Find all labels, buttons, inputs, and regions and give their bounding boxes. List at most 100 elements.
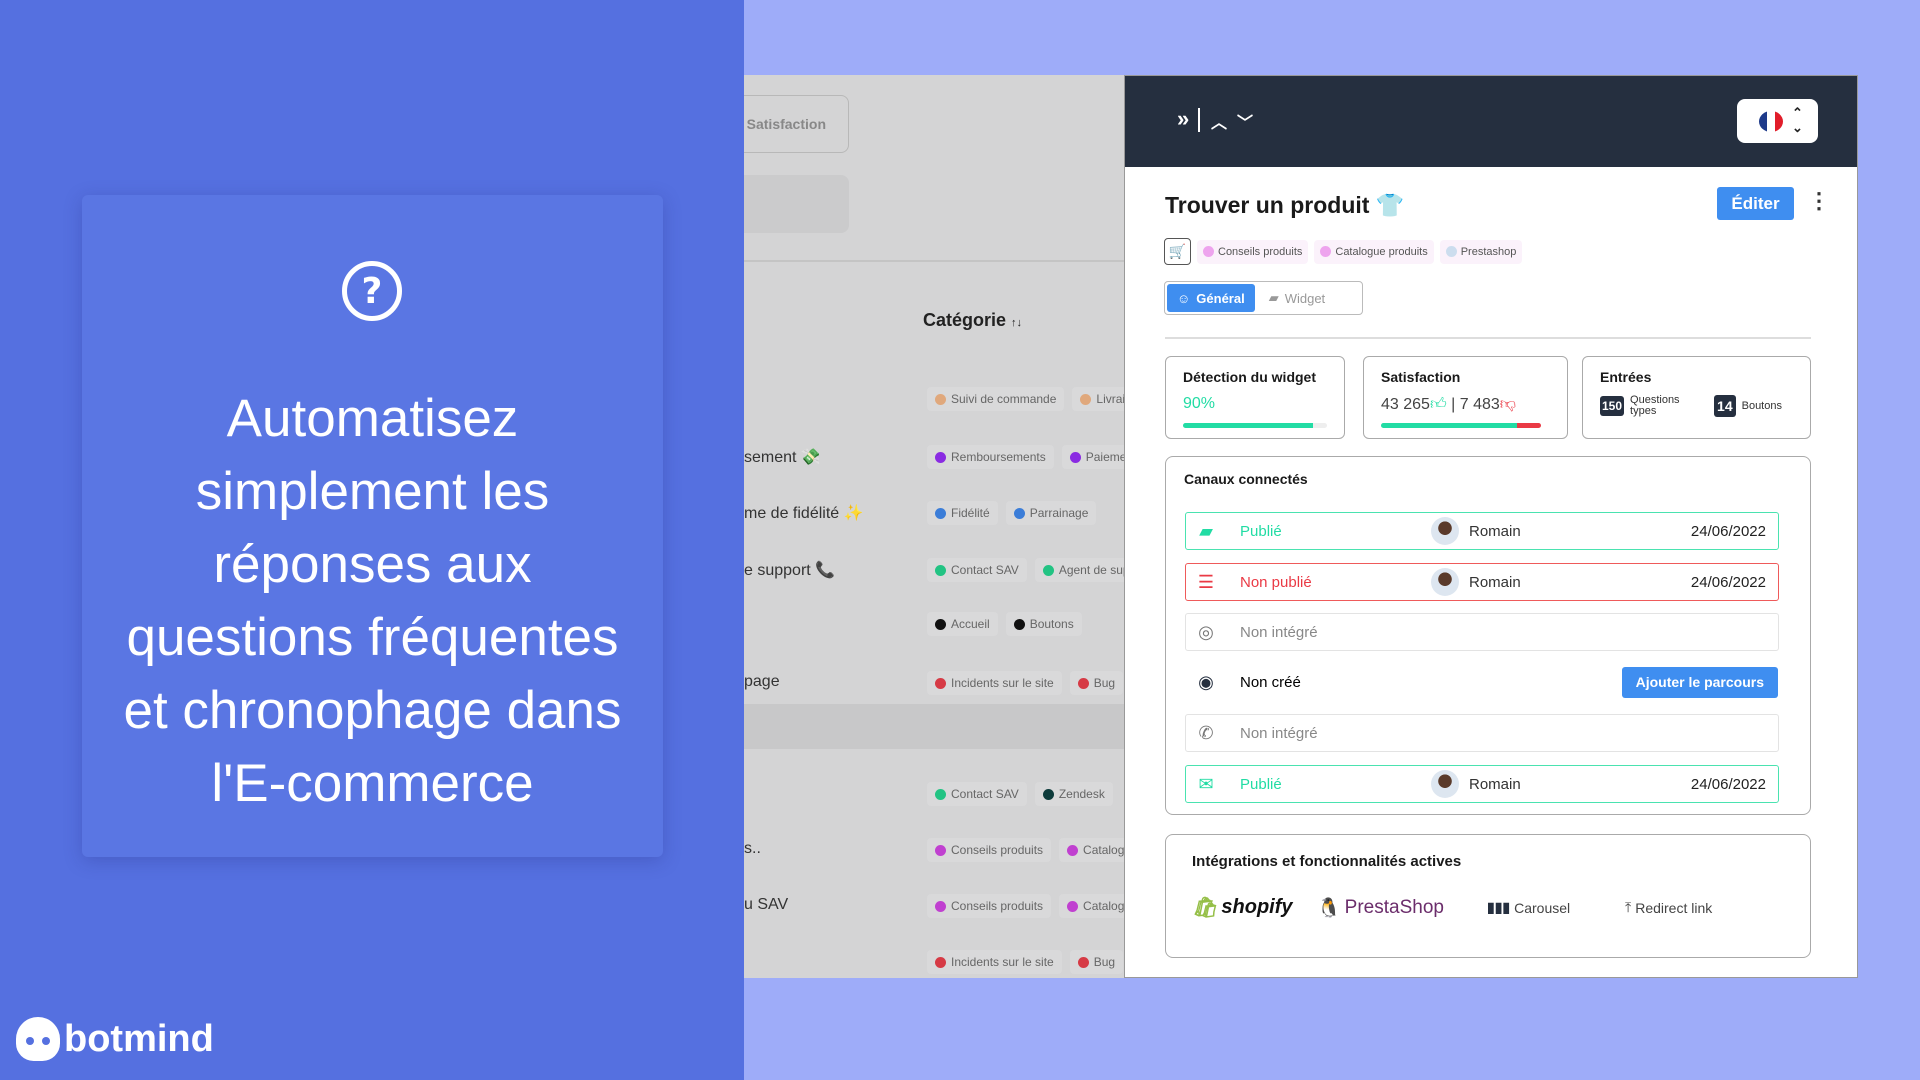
tag: Conseils produits <box>1197 239 1309 264</box>
section-title: Canaux connectés <box>1184 471 1308 487</box>
dot-icon <box>935 618 946 630</box>
detail-panel: » ︿ ﹀ ⌃ ⌄ Trouver un produit 👕 Éditer ⋮ 🛒… <box>1124 75 1858 978</box>
tab-widget[interactable]: ▰ Widget <box>1259 284 1335 312</box>
tshirt-icon: 👕 <box>1375 192 1405 218</box>
divider <box>744 260 1124 262</box>
stat-title: Détection du widget <box>1183 369 1316 385</box>
channel-status: Publié <box>1240 522 1282 540</box>
carousel-icon: ▮▮▮ <box>1487 899 1511 915</box>
tab-bar: ☺ Général ▰ Widget <box>1164 281 1363 315</box>
category-row[interactable]: Incidents sur le site Bug <box>744 950 1124 978</box>
tag-label: Remboursements <box>951 450 1046 464</box>
tag-label: Prestashop <box>1460 245 1517 258</box>
integration-label: Carousel <box>1514 899 1571 916</box>
sort-icon[interactable]: ↑↓ <box>1011 317 1022 329</box>
dot-icon <box>1042 788 1054 800</box>
category-tag: Bug <box>1069 950 1124 974</box>
edit-button[interactable]: Éditer <box>1717 187 1794 220</box>
tab-general[interactable]: ☺ Général <box>1167 284 1255 312</box>
background-app: Satisfaction Catégorie ↑↓ Suivi de comma… <box>744 75 1124 978</box>
category-tag: Remboursements <box>927 445 1054 469</box>
tag-label: Accueil <box>951 617 990 631</box>
questions-count: 150 <box>1600 396 1625 416</box>
headline-line: réponses aux <box>213 535 532 594</box>
promo-panel: ? Automatisez simplement les réponses au… <box>0 0 744 1080</box>
active-integrations: Intégrations et fonctionnalités actives … <box>1165 834 1811 958</box>
divider <box>1198 108 1200 132</box>
tag-label: Contact SAV <box>951 787 1019 801</box>
category-row[interactable]: e support 📞 Contact SAV Agent de suppo <box>744 558 1124 586</box>
row-label: e support 📞 <box>744 562 836 579</box>
category-tag: Livraiso <box>1072 387 1124 411</box>
avatar <box>1431 568 1459 596</box>
category-header[interactable]: Catégorie ↑↓ <box>923 310 1022 331</box>
channel-row[interactable]: ✆ Non intégré <box>1185 714 1779 752</box>
tag-list: Conseils produits Catalogue <box>927 894 1124 918</box>
channel-row[interactable]: ◉ Non créé Ajouter le parcours <box>1185 663 1779 701</box>
tag-label: Incidents sur le site <box>951 676 1054 690</box>
headline-line: simplement les <box>195 462 550 521</box>
category-row[interactable]: s.. Conseils produits Catalogue <box>744 838 1124 866</box>
promo-headline: Automatisez simplement les réponses aux … <box>82 382 663 820</box>
prestashop-integration[interactable]: 🐧 PrestaShop <box>1317 896 1487 920</box>
satisfaction-button[interactable]: Satisfaction <box>744 95 849 153</box>
tag-label: Catalogue <box>1083 843 1124 857</box>
channel-row[interactable]: ☰ Non publié Romain 24/06/2022 <box>1185 563 1779 601</box>
instagram-icon: ◎ <box>1198 621 1214 642</box>
chevron-up-icon[interactable]: ︿ <box>1211 109 1227 133</box>
mail-icon: ✉ <box>1198 773 1214 794</box>
dot-icon <box>935 844 946 856</box>
category-tag: Incidents sur le site <box>927 950 1062 974</box>
dislikes-count: | 7 483 <box>1451 396 1500 413</box>
tag-label: Contact SAV <box>951 563 1019 577</box>
category-row[interactable]: me de fidélité ✨ Fidélité Parrainage <box>744 501 1124 529</box>
category-row[interactable]: Suivi de commande Livraiso <box>744 387 1124 415</box>
category-row[interactable]: page Incidents sur le site Bug <box>744 671 1124 699</box>
collapse-icon[interactable]: » <box>1177 106 1189 132</box>
channel-user: Romain <box>1469 775 1521 793</box>
redirect-link-feature[interactable]: ⤒ Redirect link <box>1625 899 1712 916</box>
dot-icon <box>1067 900 1079 912</box>
category-row[interactable]: sement 💸 Remboursements Paiements <box>744 445 1124 473</box>
tag-label: Agent de suppo <box>1058 563 1124 577</box>
category-row[interactable]: u SAV Conseils produits Catalogue <box>744 894 1124 922</box>
page-title: Trouver un produit 👕 <box>1165 192 1404 219</box>
stat-detection: Détection du widget 90% <box>1165 356 1345 439</box>
category-row[interactable]: Accueil Boutons <box>744 612 1124 640</box>
tag-label: Parrainage <box>1029 506 1089 520</box>
dot-icon <box>1080 393 1092 405</box>
tag-list: Incidents sur le site Bug <box>927 671 1124 695</box>
channel-row[interactable]: ◎ Non intégré <box>1185 613 1779 651</box>
language-select[interactable]: ⌃ ⌄ <box>1737 99 1818 143</box>
category-tag: Agent de suppo <box>1034 558 1124 582</box>
tag-label: Catalogue produits <box>1335 245 1428 258</box>
france-flag-icon <box>1759 111 1783 132</box>
tag: Catalogue produits <box>1314 239 1434 264</box>
questions-label: Questions types <box>1630 394 1680 417</box>
shopify-integration[interactable]: 🛍 shopify <box>1192 895 1317 920</box>
dot-icon <box>935 507 946 519</box>
channel-row[interactable]: ▰ Publié Romain 24/06/2022 <box>1185 512 1779 550</box>
section-title: Intégrations et fonctionnalités actives <box>1192 853 1462 870</box>
dot-icon <box>1077 677 1089 689</box>
carousel-feature[interactable]: ▮▮▮ Carousel <box>1487 899 1625 916</box>
category-tag: Accueil <box>927 612 998 636</box>
dot-icon <box>1069 451 1081 463</box>
category-row[interactable]: Contact SAV Zendesk <box>744 782 1124 810</box>
dot-icon <box>1013 618 1025 630</box>
add-journey-button[interactable]: Ajouter le parcours <box>1621 666 1778 698</box>
prestashop-icon: 🐧 <box>1317 897 1341 919</box>
tag-label: Suivi de commande <box>951 392 1057 406</box>
more-options-icon[interactable]: ⋮ <box>1808 188 1830 214</box>
category-tag: Fidélité <box>927 501 998 525</box>
channel-date: 24/06/2022 <box>1690 522 1766 540</box>
stat-title: Satisfaction <box>1381 369 1461 385</box>
category-tag: Contact SAV <box>927 782 1027 806</box>
headline-line: et chronophage dans <box>123 681 622 740</box>
dot-icon <box>1067 844 1079 856</box>
channel-row[interactable]: ✉ Publié Romain 24/06/2022 <box>1185 765 1779 803</box>
tag-label: Zendesk <box>1058 787 1105 801</box>
category-tag: Boutons <box>1005 612 1082 636</box>
chevron-down-icon[interactable]: ﹀ <box>1237 109 1253 133</box>
connected-channels: Canaux connectés ▰ Publié Romain 24/06/2022… <box>1165 456 1811 815</box>
